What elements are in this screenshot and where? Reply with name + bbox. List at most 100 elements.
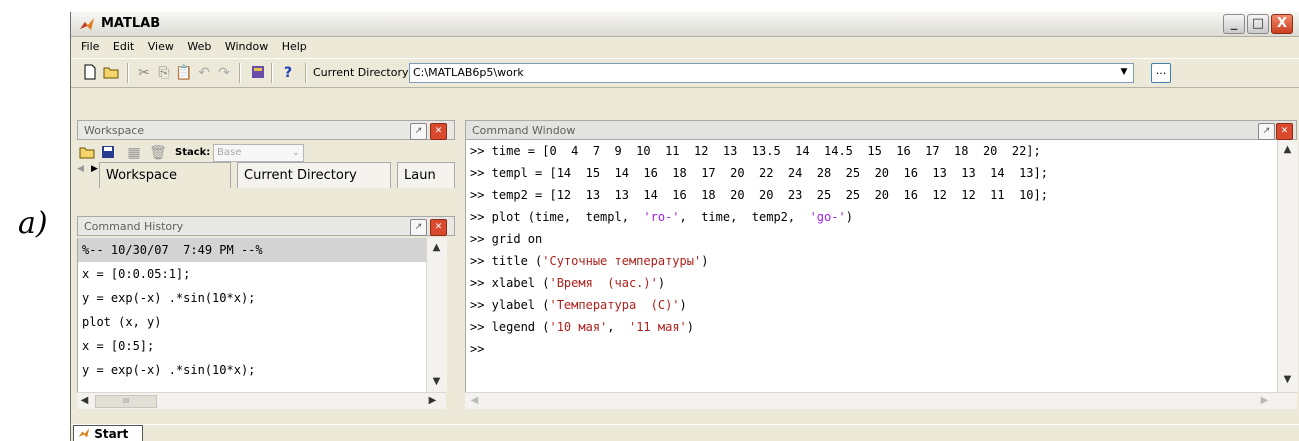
close-button[interactable]: X — [1271, 14, 1293, 34]
menu-edit[interactable]: Edit — [113, 37, 134, 57]
new-file-icon[interactable] — [81, 64, 99, 82]
toolbar-separator — [127, 63, 129, 83]
menu-window[interactable]: Window — [225, 37, 268, 57]
current-directory-field[interactable]: C:\MATLAB6p5\work — [409, 63, 1134, 83]
command-line: >> grid on — [466, 228, 1278, 250]
tab-launch-pad[interactable]: Laun — [397, 162, 455, 188]
close-icon[interactable]: ✕ — [430, 123, 447, 140]
command-line: >> plot (time, templ, 'ro-', time, temp2… — [466, 206, 1278, 228]
open-folder-icon[interactable] — [103, 64, 121, 82]
prompt: >> — [470, 320, 485, 334]
workspace-tabs: ◀ ▶ Workspace Current Directory Laun — [77, 162, 455, 188]
toolbar-separator — [239, 63, 241, 83]
maximize-button[interactable]: □ — [1247, 14, 1269, 34]
code-text: ) — [701, 254, 709, 268]
figure-label: a) — [18, 206, 48, 241]
command-line: >> — [466, 338, 1278, 360]
undo-icon[interactable]: ↶ — [195, 64, 213, 82]
code-text: , — [607, 320, 629, 334]
code-text: time = [0 4 7 9 10 11 12 13 13.5 14 14.5… — [484, 144, 1041, 158]
list-item[interactable]: %-- 10/30/07 7:49 PM --% — [78, 238, 427, 262]
close-icon[interactable]: ✕ — [1276, 123, 1293, 140]
close-icon[interactable]: ✕ — [430, 219, 447, 236]
history-panel-header: Command History ↗ ✕ — [77, 216, 455, 236]
cut-icon[interactable]: ✂ — [135, 64, 153, 82]
prompt: >> — [470, 166, 485, 180]
stack-value: Base — [217, 147, 242, 158]
scroll-up-icon[interactable]: ▲ — [429, 240, 444, 255]
code-text: xlabel ( — [484, 276, 550, 290]
title-bar[interactable]: MATLAB _ □ X — [71, 12, 1299, 37]
scroll-down-icon[interactable]: ▼ — [429, 374, 444, 389]
list-item[interactable]: y = exp(-x) .*sin(10*x); — [78, 286, 427, 310]
open-folder-icon[interactable] — [79, 144, 97, 162]
chevron-down-icon[interactable]: ▼ — [1117, 65, 1131, 79]
command-window[interactable]: >> time = [0 4 7 9 10 11 12 13 13.5 14 1… — [465, 140, 1278, 392]
prompt: >> — [470, 232, 485, 246]
history-vertical-scrollbar[interactable]: ▲ ▼ — [426, 238, 447, 392]
copy-icon[interactable]: ⎘ — [155, 64, 173, 82]
tab-scroll-left-icon[interactable]: ◀ — [77, 164, 91, 178]
list-item[interactable]: plot (x, y) — [78, 310, 427, 334]
start-button[interactable]: Start — [73, 425, 143, 441]
new-variable-icon[interactable]: ▦ — [125, 144, 143, 162]
command-line: >> legend ('10 мая', '11 мая') — [466, 316, 1278, 338]
code-text: ) — [686, 320, 694, 334]
code-text: plot (time, templ, — [484, 210, 644, 224]
scroll-down-icon[interactable]: ▼ — [1280, 372, 1295, 387]
string-literal: 'go-' — [809, 210, 846, 224]
toolbar-separator — [271, 63, 273, 83]
list-item[interactable]: x = [0:5]; — [78, 334, 427, 358]
workspace-panel-title: Workspace — [84, 124, 145, 137]
stack-select[interactable]: Base ⌄ — [213, 144, 304, 162]
prompt: >> — [470, 254, 485, 268]
command-vertical-scrollbar[interactable]: ▲ ▼ — [1277, 140, 1298, 392]
string-literal: '10 мая' — [549, 320, 608, 334]
scroll-left-icon[interactable]: ◀ — [467, 393, 482, 408]
code-text: templ = [14 15 14 16 18 17 20 22 24 28 2… — [484, 166, 1048, 180]
undock-icon[interactable]: ↗ — [410, 219, 427, 236]
tab-workspace[interactable]: Workspace — [99, 162, 231, 188]
paste-icon[interactable]: 📋 — [175, 64, 193, 82]
workspace-toolbar: ▦ 🗑 Stack: Base ⌄ — [77, 142, 455, 164]
string-literal: 'Время (час.)' — [549, 276, 658, 290]
prompt: >> — [470, 144, 485, 158]
code-text: , time, temp2, — [679, 210, 810, 224]
prompt: >> — [470, 298, 485, 312]
minimize-button[interactable]: _ — [1223, 14, 1245, 34]
tab-current-directory[interactable]: Current Directory — [237, 162, 391, 188]
list-item[interactable]: x = [0:0.05:1]; — [78, 262, 427, 286]
command-horizontal-scrollbar[interactable]: ◀ ▶ — [465, 392, 1297, 409]
command-line: >> xlabel ('Время (час.)') — [466, 272, 1278, 294]
menu-web[interactable]: Web — [187, 37, 211, 57]
code-text: ) — [657, 276, 666, 290]
command-window-header: Command Window ↗ ✕ — [465, 120, 1297, 140]
string-literal: 'Суточные температуры' — [542, 254, 702, 268]
scroll-left-icon[interactable]: ◀ — [77, 393, 92, 408]
menu-help[interactable]: Help — [282, 37, 307, 57]
scroll-up-icon[interactable]: ▲ — [1280, 142, 1295, 157]
code-text: title ( — [484, 254, 543, 268]
scroll-right-icon[interactable]: ▶ — [425, 393, 440, 408]
undock-icon[interactable]: ↗ — [410, 123, 427, 140]
delete-icon[interactable]: 🗑 — [149, 144, 167, 162]
scroll-thumb[interactable]: III — [95, 395, 157, 408]
prompt: >> — [470, 210, 485, 224]
command-line: >> temp2 = [12 13 13 14 16 18 20 20 23 2… — [466, 184, 1278, 206]
list-item[interactable]: y = exp(-x) .*sin(10*x); — [78, 358, 427, 382]
history-panel-title: Command History — [84, 220, 184, 233]
code-text: grid on — [484, 232, 543, 246]
browse-button[interactable]: ... — [1151, 63, 1171, 83]
help-icon[interactable]: ? — [279, 64, 297, 82]
command-history-list[interactable]: %-- 10/30/07 7:49 PM --% x = [0:0.05:1];… — [77, 238, 427, 392]
simulink-icon[interactable] — [249, 64, 267, 82]
menu-file[interactable]: File — [81, 37, 99, 57]
redo-icon[interactable]: ↷ — [215, 64, 233, 82]
matlab-logo-icon — [80, 18, 94, 30]
string-literal: 'Температура (С)' — [549, 298, 680, 312]
undock-icon[interactable]: ↗ — [1258, 123, 1275, 140]
save-icon[interactable] — [99, 144, 117, 162]
scroll-right-icon[interactable]: ▶ — [1257, 393, 1272, 408]
menu-view[interactable]: View — [148, 37, 174, 57]
history-horizontal-scrollbar[interactable]: ◀ III ▶ — [77, 392, 446, 409]
